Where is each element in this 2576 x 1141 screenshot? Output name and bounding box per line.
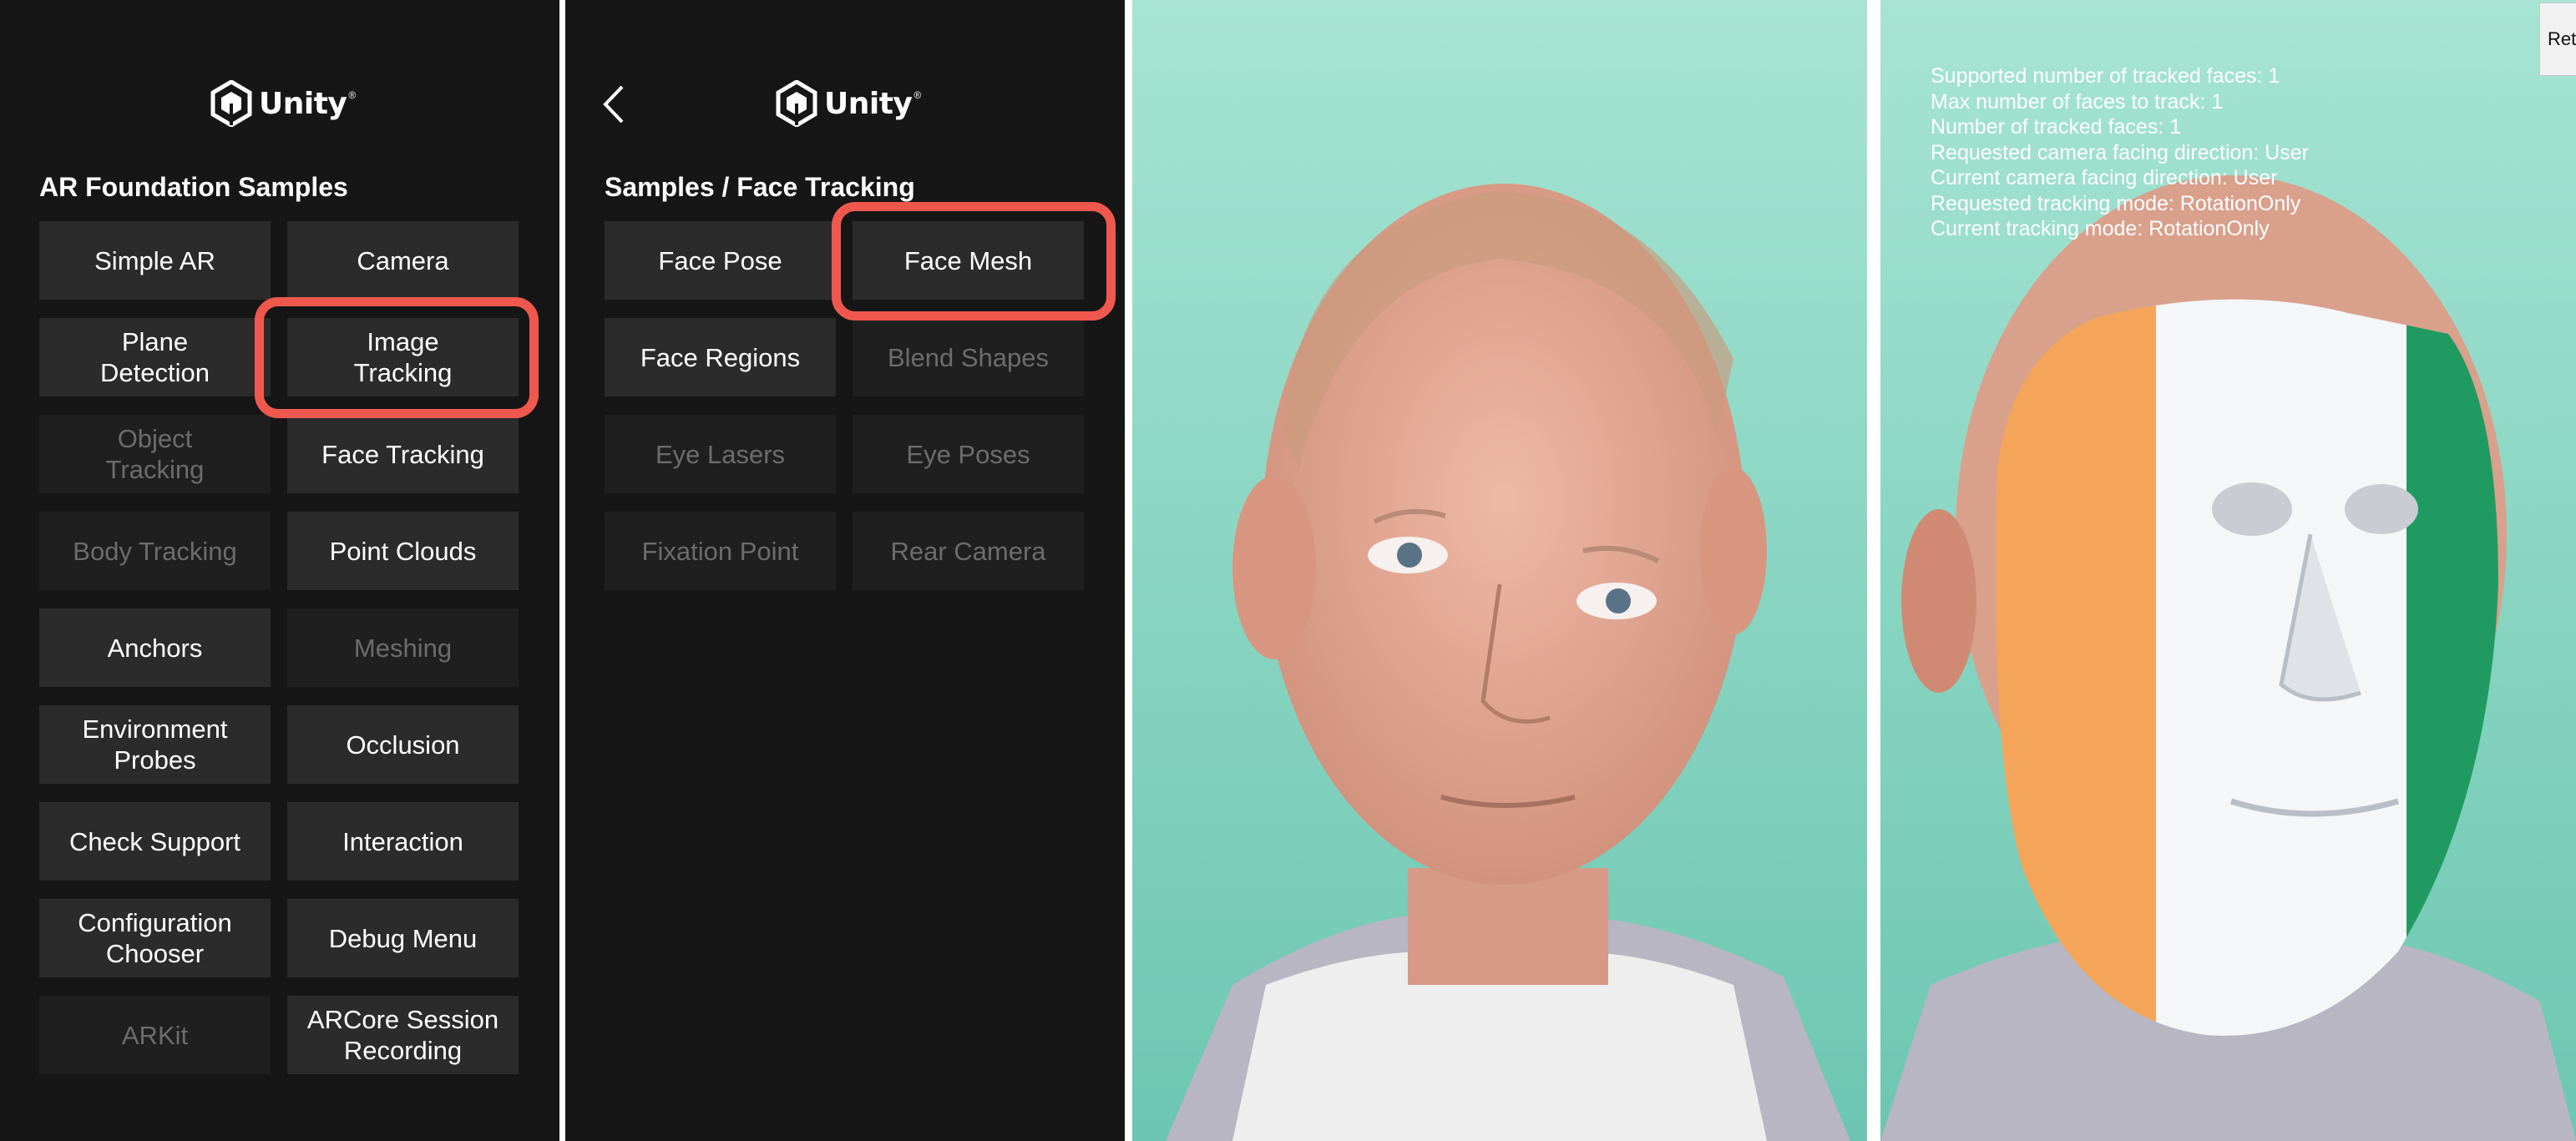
highlight-outline — [832, 202, 1116, 321]
main-menu-screen: Unity ® AR Foundation Samples Simple AR C… — [0, 0, 559, 1141]
plane-detection-button[interactable]: Plane Detection — [39, 318, 271, 396]
interaction-button[interactable]: Interaction — [287, 802, 519, 881]
face-regions-button[interactable]: Face Regions — [605, 318, 836, 396]
environment-probes-button[interactable]: Environment Probes — [39, 705, 271, 784]
back-button[interactable] — [597, 83, 630, 125]
anchors-button[interactable]: Anchors — [39, 608, 271, 687]
arcore-session-recording-button[interactable]: ARCore Session Recording — [287, 996, 519, 1074]
status-line: Supported number of tracked faces: 1 — [1931, 64, 2280, 88]
status-line: Requested camera facing direction: User — [1931, 140, 2310, 164]
unity-logo: Unity ® — [776, 77, 921, 130]
section-title: AR Foundation Samples — [39, 172, 348, 202]
face-tracking-button[interactable]: Face Tracking — [287, 415, 519, 493]
highlight-outline — [255, 297, 539, 418]
rear-camera-button: Rear Camera — [853, 512, 1084, 590]
brand-reg-mark: ® — [913, 89, 922, 101]
check-support-button[interactable]: Check Support — [39, 802, 271, 881]
occlusion-button[interactable]: Occlusion — [287, 705, 519, 784]
status-line: Current camera facing direction: User — [1931, 166, 2278, 189]
section-title: Samples / Face Tracking — [605, 172, 915, 202]
camera-button[interactable]: Camera — [287, 221, 519, 300]
arkit-button: ARKit — [39, 996, 271, 1074]
face-pose-button[interactable]: Face Pose — [605, 221, 836, 300]
status-line: Requested tracking mode: RotationOnly — [1931, 191, 2301, 215]
person-photo — [1132, 0, 1867, 1141]
debug-menu-button[interactable]: Debug Menu — [287, 899, 519, 977]
eye-poses-button: Eye Poses — [853, 415, 1084, 493]
camera-feed-view — [1132, 0, 1867, 1141]
point-clouds-button[interactable]: Point Clouds — [287, 512, 519, 590]
simple-ar-button[interactable]: Simple AR — [39, 221, 271, 300]
eye-lasers-button: Eye Lasers — [605, 415, 836, 493]
brand-name: Unity — [824, 86, 913, 121]
meshing-button: Meshing — [287, 608, 519, 687]
face-tracking-menu-screen: Unity ® Samples / Face Tracking Face Pose… — [565, 0, 1125, 1141]
body-tracking-button: Body Tracking — [39, 512, 271, 590]
unity-cube-icon — [776, 80, 817, 127]
unity-cube-icon — [210, 80, 252, 127]
status-line: Number of tracked faces: 1 — [1931, 115, 2182, 139]
brand-name: Unity — [259, 86, 347, 121]
unity-logo: Unity ® — [210, 77, 356, 130]
face-mesh-ar-view: Supported number of tracked faces: 1 Max… — [1880, 0, 2576, 1141]
status-line: Current tracking mode: RotationOnly — [1931, 217, 2270, 240]
tracking-status-text: Supported number of tracked faces: 1 Max… — [1931, 63, 2309, 242]
status-line: Max number of faces to track: 1 — [1931, 89, 2224, 114]
return-button[interactable]: Return — [2539, 3, 2576, 76]
brand-reg-mark: ® — [348, 89, 357, 101]
object-tracking-button: Object Tracking — [39, 415, 271, 493]
chevron-left-icon — [603, 85, 624, 124]
blend-shapes-button: Blend Shapes — [853, 318, 1084, 396]
fixation-point-button: Fixation Point — [605, 512, 836, 590]
configuration-chooser-button[interactable]: Configuration Chooser — [39, 899, 271, 977]
